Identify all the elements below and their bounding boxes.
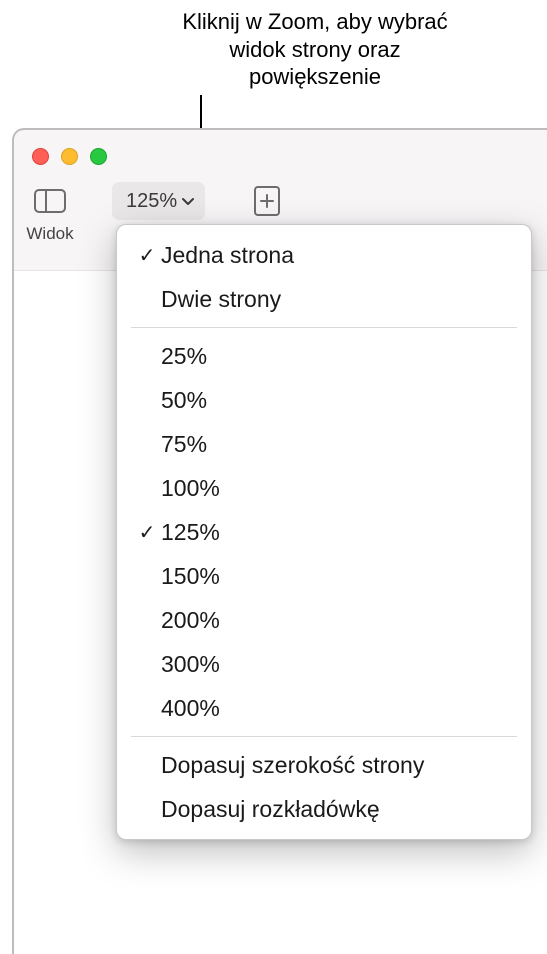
menu-item-zoom-75[interactable]: 75%: [117, 422, 531, 466]
menu-item-label: 125%: [161, 519, 515, 546]
chevron-down-icon: [181, 196, 195, 206]
zoom-dropdown-menu: ✓ Jedna strona Dwie strony 25% 50% 75% 1…: [116, 224, 532, 840]
window-controls: [32, 148, 107, 165]
menu-separator: [131, 736, 517, 737]
add-page-button[interactable]: [241, 182, 293, 220]
add-page-icon: [254, 186, 280, 216]
menu-item-fit-spread[interactable]: Dopasuj rozkładówkę: [117, 787, 531, 831]
menu-item-label: 25%: [161, 343, 515, 370]
check-icon: ✓: [133, 520, 161, 545]
menu-item-label: Dopasuj szerokość strony: [161, 752, 515, 779]
menu-item-one-page[interactable]: ✓ Jedna strona: [117, 233, 531, 277]
menu-item-label: 75%: [161, 431, 515, 458]
menu-item-label: 50%: [161, 387, 515, 414]
view-button[interactable]: [24, 182, 76, 220]
zoom-toolbar-item: 125%: [112, 182, 205, 220]
callout-text: Kliknij w Zoom, aby wybrać widok strony …: [165, 8, 465, 91]
menu-item-label: 400%: [161, 695, 515, 722]
view-label: Widok: [26, 224, 73, 244]
menu-item-fit-width[interactable]: Dopasuj szerokość strony: [117, 743, 531, 787]
menu-item-zoom-150[interactable]: 150%: [117, 554, 531, 598]
menu-item-label: Jedna strona: [161, 242, 515, 269]
close-window-button[interactable]: [32, 148, 49, 165]
menu-item-zoom-400[interactable]: 400%: [117, 686, 531, 730]
menu-item-zoom-200[interactable]: 200%: [117, 598, 531, 642]
sidebar-icon: [34, 189, 66, 213]
menu-item-two-pages[interactable]: Dwie strony: [117, 277, 531, 321]
menu-item-zoom-125[interactable]: ✓ 125%: [117, 510, 531, 554]
menu-item-label: Dwie strony: [161, 286, 515, 313]
menu-item-zoom-50[interactable]: 50%: [117, 378, 531, 422]
zoom-value: 125%: [126, 190, 177, 213]
check-icon: ✓: [133, 243, 161, 268]
menu-item-label: 100%: [161, 475, 515, 502]
zoom-button[interactable]: 125%: [112, 182, 205, 220]
menu-item-label: 150%: [161, 563, 515, 590]
menu-item-zoom-300[interactable]: 300%: [117, 642, 531, 686]
menu-separator: [131, 327, 517, 328]
add-toolbar-item: [241, 182, 293, 220]
app-window: Widok 125%: [12, 128, 547, 954]
minimize-window-button[interactable]: [61, 148, 78, 165]
menu-item-zoom-100[interactable]: 100%: [117, 466, 531, 510]
menu-item-label: Dopasuj rozkładówkę: [161, 796, 515, 823]
menu-item-label: 300%: [161, 651, 515, 678]
menu-item-label: 200%: [161, 607, 515, 634]
maximize-window-button[interactable]: [90, 148, 107, 165]
menu-item-zoom-25[interactable]: 25%: [117, 334, 531, 378]
view-toolbar-item: Widok: [24, 182, 76, 244]
